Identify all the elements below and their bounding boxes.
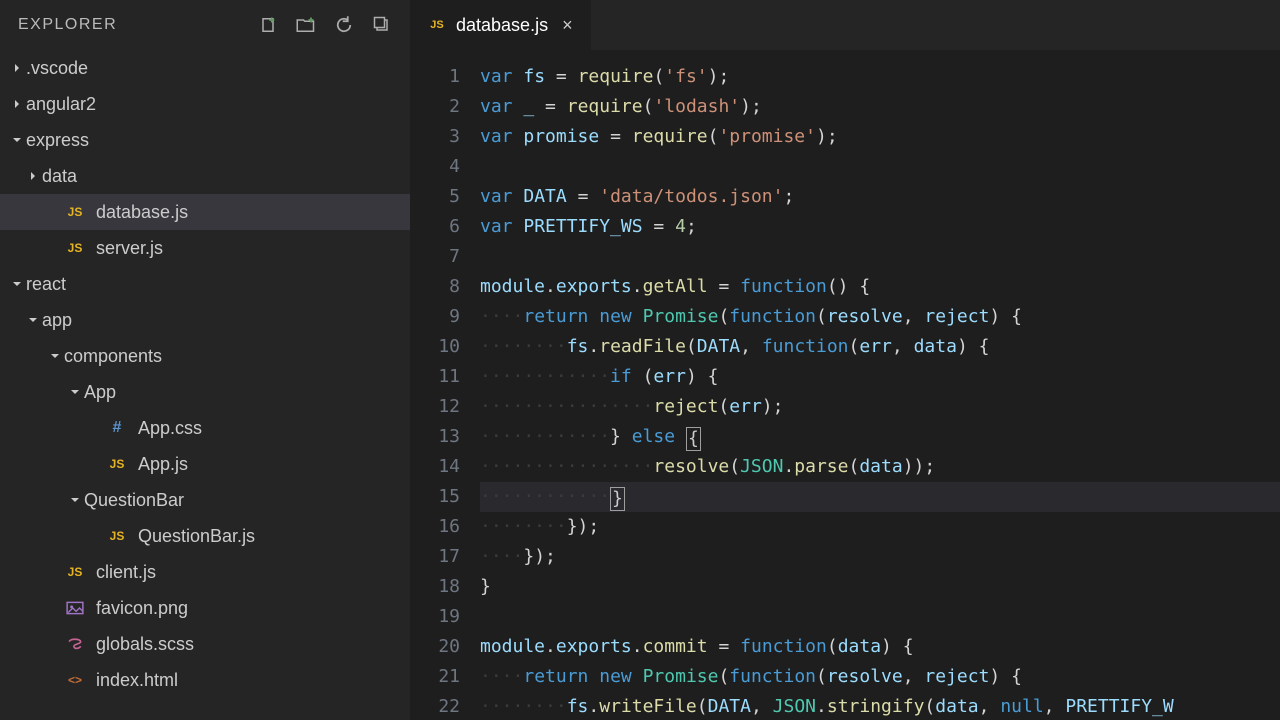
explorer-header: EXPLORER — [0, 0, 410, 50]
file-item[interactable]: JS QuestionBar.js — [0, 518, 410, 554]
folder-label: express — [26, 130, 89, 151]
file-label: QuestionBar.js — [138, 526, 255, 547]
folder-label: components — [64, 346, 162, 367]
file-item[interactable]: JS server.js — [0, 230, 410, 266]
file-label: client.js — [96, 562, 156, 583]
folder-item[interactable]: .vscode — [0, 50, 410, 86]
file-label: App.js — [138, 454, 188, 475]
scss-file-icon — [64, 633, 86, 655]
chevron-down-icon[interactable] — [68, 385, 82, 399]
chevron-right-icon[interactable] — [10, 61, 24, 75]
new-folder-icon[interactable] — [296, 15, 316, 35]
folder-item[interactable]: QuestionBar — [0, 482, 410, 518]
folder-item[interactable]: components — [0, 338, 410, 374]
explorer-title: EXPLORER — [18, 16, 117, 34]
folder-label: data — [42, 166, 77, 187]
file-item[interactable]: <> index.html — [0, 662, 410, 698]
code-lines[interactable]: var fs = require('fs');var _ = require('… — [480, 50, 1280, 720]
file-item[interactable]: JS client.js — [0, 554, 410, 590]
file-label: database.js — [96, 202, 188, 223]
js-file-icon: JS — [64, 201, 86, 223]
folder-label: app — [42, 310, 72, 331]
chevron-down-icon[interactable] — [26, 313, 40, 327]
file-label: index.html — [96, 670, 178, 691]
image-file-icon — [64, 597, 86, 619]
js-file-icon: JS — [64, 561, 86, 583]
file-item[interactable]: favicon.png — [0, 590, 410, 626]
chevron-down-icon[interactable] — [48, 349, 62, 363]
tab-label: database.js — [456, 15, 548, 36]
folder-label: angular2 — [26, 94, 96, 115]
chevron-down-icon[interactable] — [10, 133, 24, 147]
folder-label: .vscode — [26, 58, 88, 79]
js-file-icon: JS — [64, 237, 86, 259]
file-label: globals.scss — [96, 634, 194, 655]
folder-item[interactable]: app — [0, 302, 410, 338]
chevron-down-icon[interactable] — [10, 277, 24, 291]
folder-label: react — [26, 274, 66, 295]
explorer-sidebar: EXPLORER .vscode angular2 express data JS dat… — [0, 0, 410, 720]
collapse-all-icon[interactable] — [372, 15, 392, 35]
css-file-icon: # — [106, 417, 128, 439]
file-tree[interactable]: .vscodeangular2expressdataJSdatabase.jsJ… — [0, 50, 410, 720]
js-file-icon: JS — [106, 525, 128, 547]
tab-bar: JS database.js × — [410, 0, 1280, 50]
line-gutter: 12345678910111213141516171819202122 — [410, 50, 480, 720]
folder-item[interactable]: react — [0, 266, 410, 302]
folder-label: App — [84, 382, 116, 403]
chevron-right-icon[interactable] — [10, 97, 24, 111]
folder-item[interactable]: App — [0, 374, 410, 410]
file-label: server.js — [96, 238, 163, 259]
code-editor[interactable]: 12345678910111213141516171819202122 var … — [410, 50, 1280, 720]
file-item[interactable]: globals.scss — [0, 626, 410, 662]
js-file-icon: JS — [106, 453, 128, 475]
refresh-icon[interactable] — [334, 15, 354, 35]
editor-area: JS database.js × 12345678910111213141516… — [410, 0, 1280, 720]
file-item[interactable]: JS App.js — [0, 446, 410, 482]
file-label: favicon.png — [96, 598, 188, 619]
chevron-right-icon[interactable] — [26, 169, 40, 183]
file-item[interactable]: JS database.js — [0, 194, 410, 230]
chevron-down-icon[interactable] — [68, 493, 82, 507]
folder-item[interactable]: express — [0, 122, 410, 158]
new-file-icon[interactable] — [258, 15, 278, 35]
js-file-icon: JS — [428, 16, 446, 34]
folder-item[interactable]: data — [0, 158, 410, 194]
close-icon[interactable]: × — [562, 15, 573, 36]
folder-item[interactable]: angular2 — [0, 86, 410, 122]
tab-database-js[interactable]: JS database.js × — [410, 0, 591, 50]
html-file-icon: <> — [64, 669, 86, 691]
explorer-actions — [258, 15, 392, 35]
file-label: App.css — [138, 418, 202, 439]
file-item[interactable]: # App.css — [0, 410, 410, 446]
folder-label: QuestionBar — [84, 490, 184, 511]
